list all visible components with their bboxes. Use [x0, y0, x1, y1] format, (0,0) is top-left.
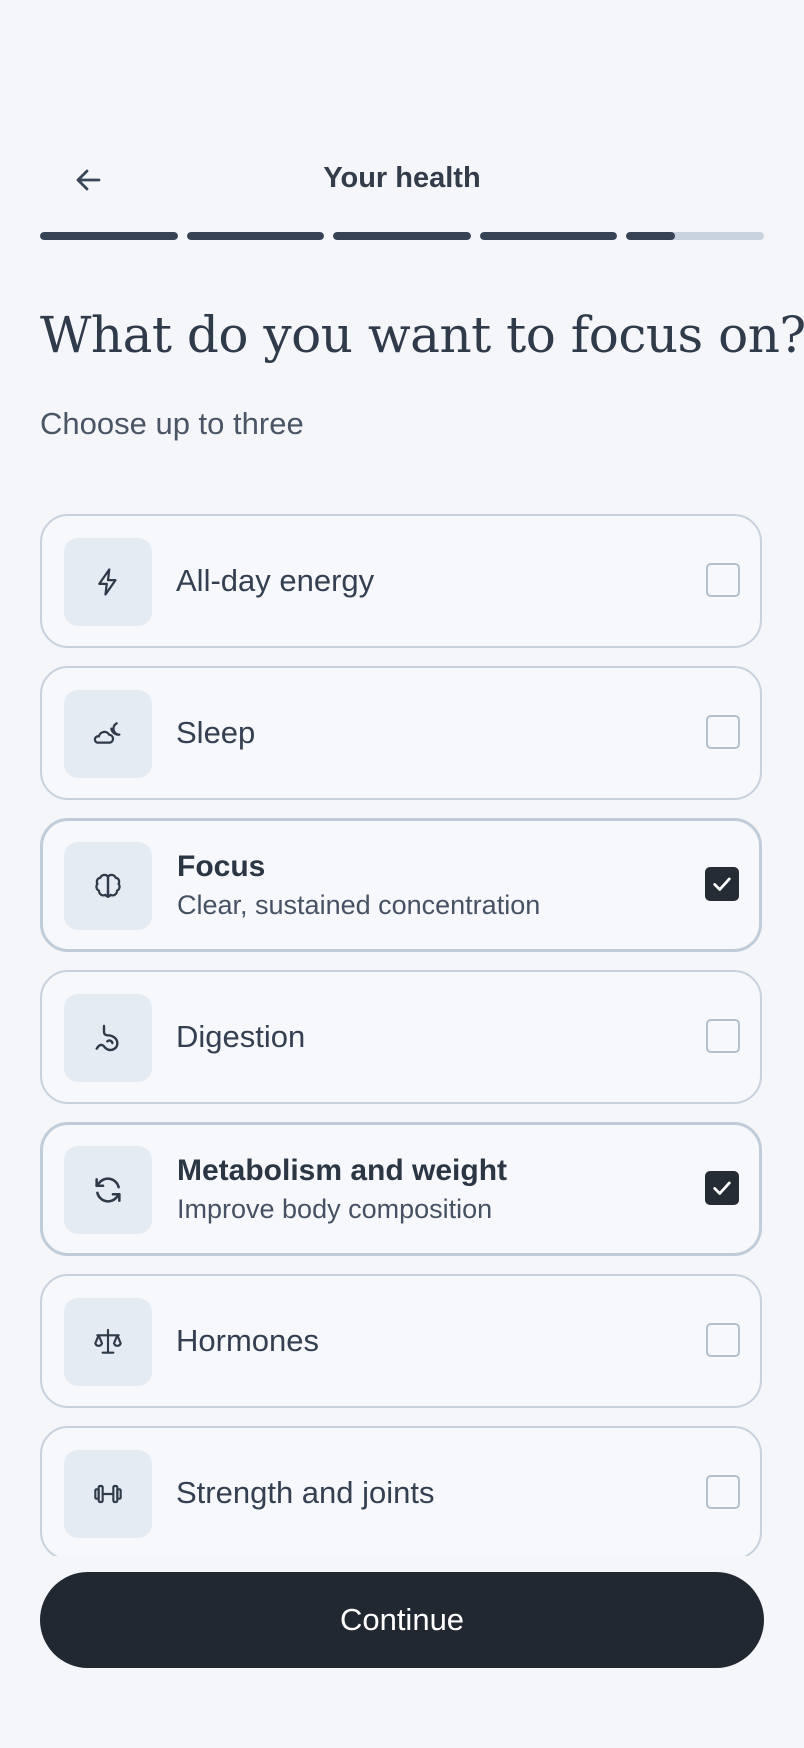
lightning-bolt-icon [64, 538, 152, 626]
brain-icon [64, 842, 152, 930]
option-label: Strength and joints [176, 1475, 435, 1510]
progress-segment-1 [40, 232, 178, 240]
option-label: All-day energy [176, 563, 375, 598]
options-list: All-day energy Sleep Focus Clear, sustai… [40, 514, 762, 1556]
stomach-icon [64, 994, 152, 1082]
option-metabolism-and-weight[interactable]: Metabolism and weight Improve body compo… [40, 1122, 762, 1256]
option-label: Metabolism and weight [177, 1153, 508, 1187]
checkbox-checked[interactable] [705, 1171, 739, 1205]
checkbox[interactable] [706, 563, 740, 597]
header: Your health [0, 150, 804, 204]
checkbox[interactable] [706, 1019, 740, 1053]
option-label: Digestion [176, 1019, 306, 1054]
option-label: Hormones [176, 1323, 319, 1358]
option-focus[interactable]: Focus Clear, sustained concentration [40, 818, 762, 952]
checkbox-checked[interactable] [705, 867, 739, 901]
checkmark-icon [711, 1177, 733, 1199]
progress-segment-3 [333, 232, 471, 240]
option-digestion[interactable]: Digestion [40, 970, 762, 1104]
progress-segment-4 [479, 232, 618, 240]
option-sleep[interactable]: Sleep [40, 666, 762, 800]
option-all-day-energy[interactable]: All-day energy [40, 514, 762, 648]
refresh-cycle-icon [64, 1146, 152, 1234]
question-title: What do you want to focus on? [40, 306, 804, 364]
option-label: Focus [177, 849, 266, 883]
balance-scale-icon [64, 1298, 152, 1386]
checkbox[interactable] [706, 1323, 740, 1357]
option-description: Improve body composition [177, 1193, 493, 1224]
progress-segment-2 [186, 232, 325, 240]
option-hormones[interactable]: Hormones [40, 1274, 762, 1408]
option-description: Clear, sustained concentration [177, 889, 541, 920]
page-title: Your health [323, 162, 481, 194]
checkbox[interactable] [706, 715, 740, 749]
dumbbell-icon [64, 1450, 152, 1538]
progress-bar [40, 232, 764, 240]
checkbox[interactable] [706, 1475, 740, 1509]
cloud-moon-icon [64, 690, 152, 778]
checkmark-icon [711, 873, 733, 895]
option-label: Sleep [176, 715, 256, 750]
question-subtitle: Choose up to three [40, 406, 304, 441]
progress-segment-5 [626, 232, 764, 240]
continue-button[interactable]: Continue [40, 1572, 764, 1668]
option-strength-and-joints[interactable]: Strength and joints [40, 1426, 762, 1556]
